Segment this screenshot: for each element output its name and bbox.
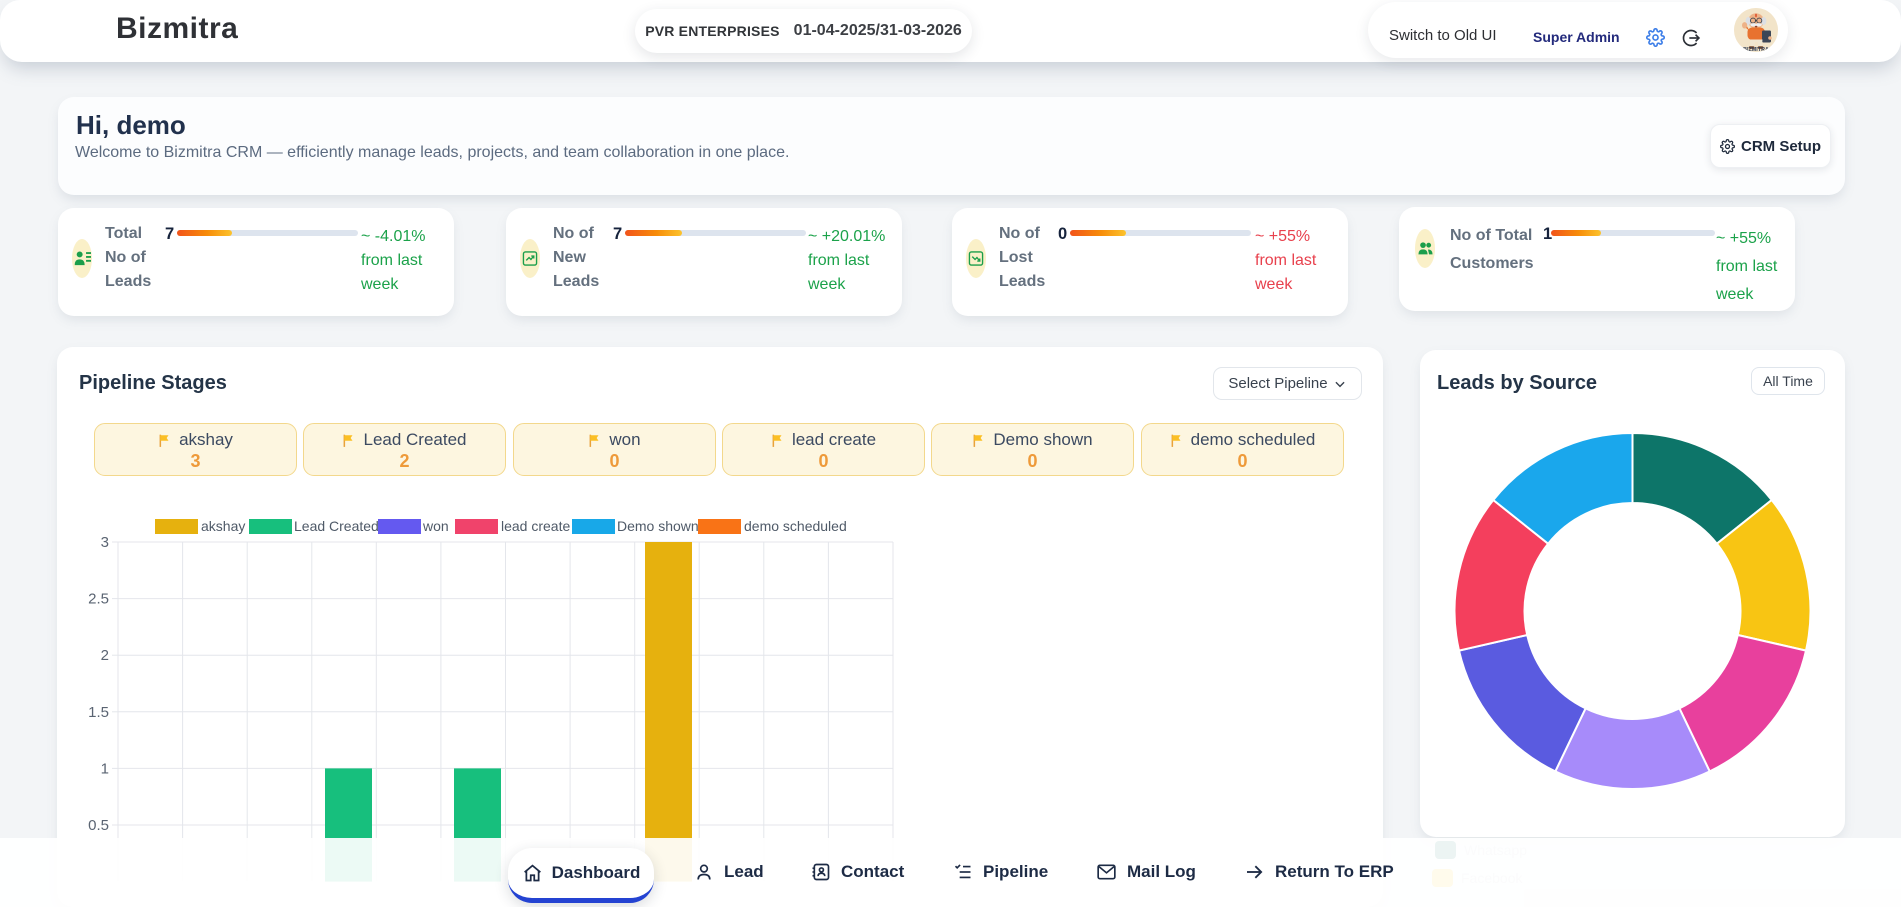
svg-text:2.5: 2.5	[88, 591, 109, 608]
svg-text:3: 3	[101, 534, 109, 551]
svg-text:1.5: 1.5	[88, 704, 109, 721]
svg-text:0.5: 0.5	[88, 817, 109, 834]
svg-text:2: 2	[101, 647, 109, 664]
svg-text:1: 1	[101, 760, 109, 777]
